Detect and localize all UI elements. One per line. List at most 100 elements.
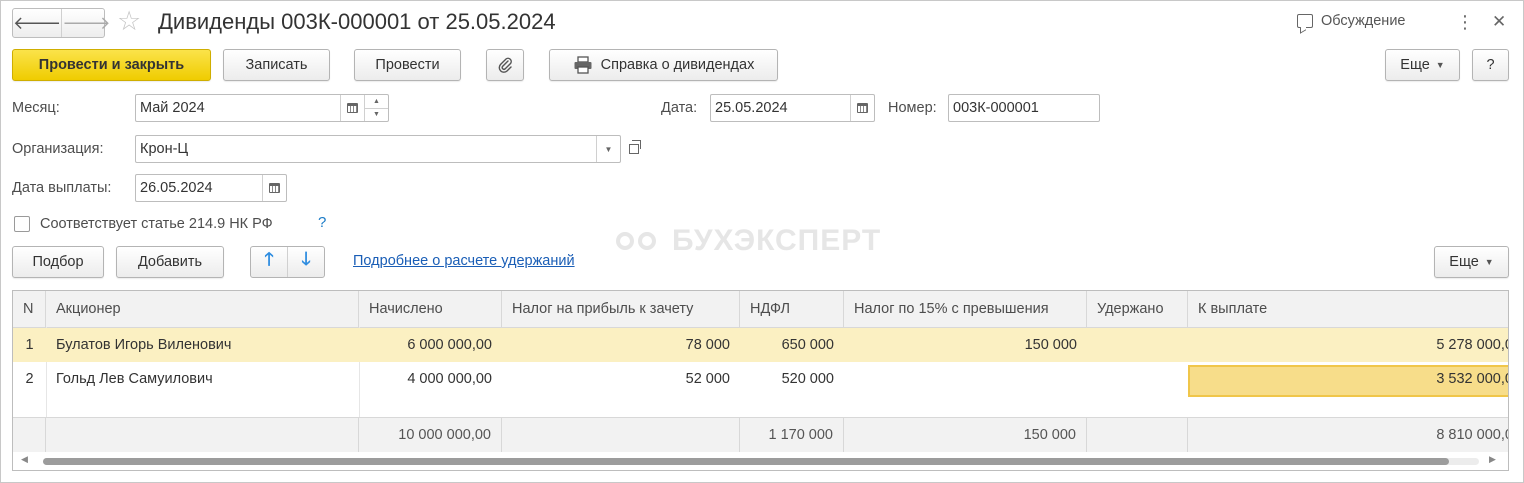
dropdown-caret-icon: ▼	[1484, 257, 1494, 267]
spin-up-icon[interactable]: ▲	[365, 95, 388, 108]
table-row[interactable]: 2 Гольд Лев Самуилович 4 000 000,00 52 0…	[13, 362, 1508, 396]
organization-label: Организация:	[12, 141, 104, 157]
cell-profit-tax-credit[interactable]: 52 000	[502, 362, 740, 396]
horizontal-scrollbar[interactable]: ◀ ▶	[13, 452, 1508, 470]
month-field[interactable]: Май 2024 ▲ ▼	[135, 94, 389, 122]
help-button[interactable]: ?	[1472, 49, 1509, 81]
cell-profit-tax-credit[interactable]: 78 000	[502, 328, 740, 362]
close-icon[interactable]: ✕	[1492, 10, 1506, 34]
month-spinner[interactable]: ▲ ▼	[364, 95, 388, 121]
calculation-details-link[interactable]: Подробнее о расчете удержаний	[353, 253, 575, 269]
paperclip-icon	[498, 57, 512, 73]
column-header-ndfl[interactable]: НДФЛ	[740, 291, 844, 327]
back-arrow-icon[interactable]: 🡐	[13, 9, 61, 37]
spin-down-icon[interactable]: ▼	[365, 107, 388, 122]
window-title: Дивиденды 003К-000001 от 25.05.2024	[158, 9, 556, 34]
scrollbar-thumb[interactable]	[43, 458, 1449, 465]
column-header-to-pay[interactable]: К выплате	[1188, 291, 1508, 327]
attach-button[interactable]	[486, 49, 524, 81]
payment-date-field[interactable]: 26.05.2024	[135, 174, 287, 202]
payment-date-label: Дата выплаты:	[12, 180, 112, 196]
column-header-withheld[interactable]: Удержано	[1087, 291, 1188, 327]
navigation-buttons: 🡐 🡒	[12, 8, 111, 38]
date-field[interactable]: 25.05.2024	[710, 94, 875, 122]
post-button[interactable]: Провести	[354, 49, 461, 81]
total-ndfl: 1 170 000	[740, 418, 844, 452]
cell-n[interactable]: 2	[13, 362, 46, 396]
number-label: Номер:	[888, 100, 937, 116]
open-organization-button[interactable]	[622, 135, 646, 163]
organization-dropdown-button[interactable]: ▼	[596, 136, 620, 162]
calendar-button[interactable]	[262, 175, 286, 201]
cell-accrued[interactable]: 6 000 000,00	[359, 328, 502, 362]
dividend-report-button[interactable]: Справка о дивидендах	[549, 49, 778, 81]
total-to-pay: 8 810 000,00	[1436, 427, 1508, 443]
column-header-shareholder[interactable]: Акционер	[46, 291, 359, 327]
cell-shareholder[interactable]: Гольд Лев Самуилович	[46, 362, 359, 396]
total-n	[13, 418, 46, 452]
cell-withheld[interactable]	[1087, 362, 1188, 396]
date-value: 25.05.2024	[715, 100, 788, 116]
organization-value: Крон-Ц	[140, 141, 189, 157]
column-header-n[interactable]: N	[13, 291, 46, 327]
organization-field[interactable]: Крон-Ц ▼	[135, 135, 621, 163]
column-header-profit-tax-credit[interactable]: Налог на прибыль к зачету	[502, 291, 740, 327]
month-value: Май 2024	[140, 100, 205, 116]
save-button[interactable]: Записать	[223, 49, 330, 81]
more-menu-label: Еще	[1400, 57, 1430, 73]
cell-withheld[interactable]	[1087, 328, 1188, 362]
help-question-icon[interactable]: ?	[318, 214, 326, 231]
number-field[interactable]: 003К-000001	[948, 94, 1100, 122]
date-label: Дата:	[661, 100, 698, 116]
table-more-label: Еще	[1449, 254, 1479, 270]
discussion-button[interactable]: Обсуждение	[1297, 13, 1405, 29]
watermark-logo-icon	[614, 226, 662, 256]
cell-ndfl[interactable]: 520 000	[740, 362, 844, 396]
add-button[interactable]: Добавить	[116, 246, 224, 278]
cell-n[interactable]: 1	[13, 328, 46, 362]
cell-shareholder[interactable]: Булатов Игорь Виленович	[46, 328, 359, 362]
table-header: N Акционер Начислено Налог на прибыль к …	[13, 291, 1508, 328]
total-tax-15-excess: 150 000	[844, 418, 1087, 452]
more-menu-button[interactable]: Еще ▼	[1385, 49, 1460, 81]
total-profit-tax-credit	[502, 418, 740, 452]
article-214-9-checkbox[interactable]	[14, 216, 30, 232]
total-withheld	[1087, 418, 1188, 452]
scroll-right-icon[interactable]: ▶	[1489, 454, 1496, 465]
cell-to-pay[interactable]: 3 532 000,00	[1188, 362, 1508, 396]
select-button[interactable]: Подбор	[12, 246, 104, 278]
scroll-left-icon[interactable]: ◀	[21, 454, 28, 465]
cell-tax-15-excess[interactable]: 150 000	[844, 328, 1087, 362]
more-actions-icon[interactable]: ⋮	[1456, 10, 1474, 34]
discussion-label: Обсуждение	[1321, 13, 1406, 29]
article-214-9-label[interactable]: Соответствует статье 214.9 НК РФ	[40, 214, 273, 234]
dropdown-arrow-icon: ▼	[604, 144, 613, 154]
table-more-menu-button[interactable]: Еще ▼	[1434, 246, 1509, 278]
chat-icon	[1297, 14, 1313, 28]
cell-ndfl[interactable]: 650 000	[740, 328, 844, 362]
calendar-button[interactable]	[340, 95, 364, 121]
month-label: Месяц:	[12, 100, 60, 116]
watermark-text: БУХЭКСПЕРТ	[672, 224, 882, 257]
payment-date-value: 26.05.2024	[140, 180, 213, 196]
calendar-button[interactable]	[850, 95, 874, 121]
column-header-accrued[interactable]: Начислено	[359, 291, 502, 327]
move-buttons: 🡑 🡓	[250, 246, 325, 278]
cell-tax-15-excess[interactable]	[844, 362, 1087, 396]
move-down-arrow-icon[interactable]: 🡓	[287, 247, 324, 277]
move-up-arrow-icon[interactable]: 🡑	[251, 247, 287, 277]
table-totals-row: 10 000 000,00 1 170 000 150 000 8 810 00…	[13, 417, 1508, 452]
post-and-close-button[interactable]: Провести и закрыть	[12, 49, 211, 81]
column-header-tax-15-excess[interactable]: Налог по 15% с превышения	[844, 291, 1087, 327]
calendar-icon	[857, 103, 868, 113]
cell-to-pay[interactable]: 5 278 000,00	[1188, 328, 1508, 362]
cell-accrued[interactable]: 4 000 000,00	[359, 362, 502, 396]
calendar-icon	[347, 103, 358, 113]
forward-arrow-icon[interactable]: 🡒	[61, 9, 111, 37]
dividend-report-label: Справка о дивидендах	[600, 57, 755, 73]
table-row[interactable]: 1 Булатов Игорь Виленович 6 000 000,00 7…	[13, 328, 1508, 397]
total-shareholder	[46, 418, 359, 452]
dropdown-caret-icon: ▼	[1435, 60, 1445, 70]
watermark: БУХЭКСПЕРТ	[614, 226, 881, 256]
favorite-star-icon[interactable]: ☆	[117, 6, 141, 36]
